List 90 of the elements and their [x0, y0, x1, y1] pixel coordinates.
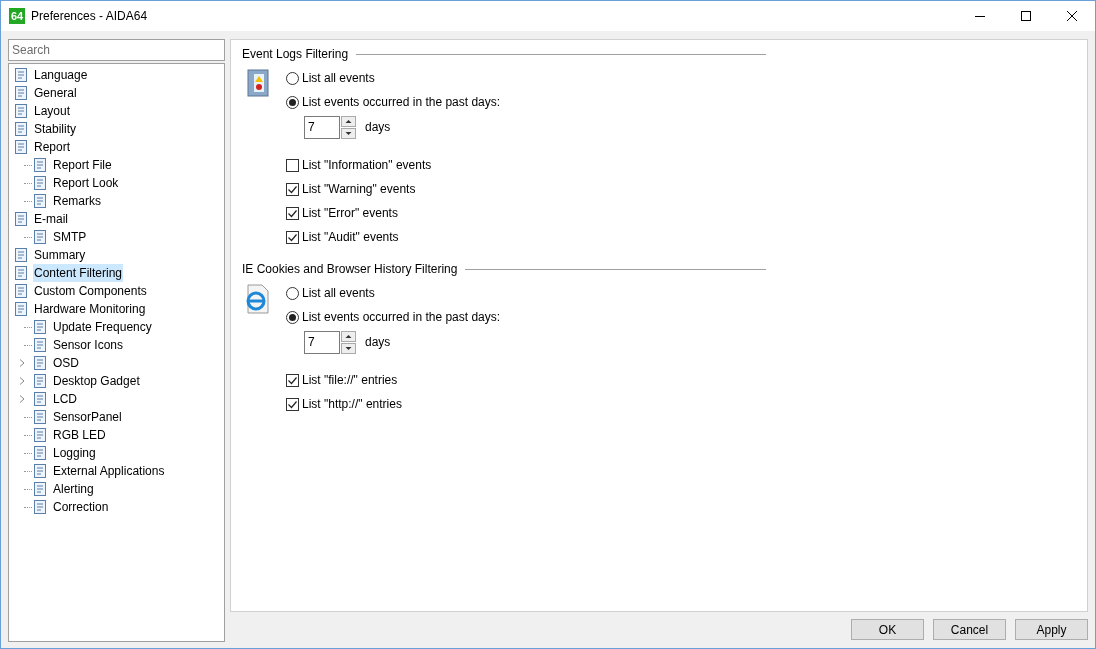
tree-item[interactable]: Stability [33, 120, 78, 138]
app-logo: 64 [9, 8, 25, 24]
expand-caret-icon[interactable] [19, 377, 25, 385]
tree-item[interactable]: Layout [33, 102, 72, 120]
spin-buttons[interactable] [341, 330, 356, 354]
maximize-icon [1021, 11, 1031, 21]
expand-caret-icon[interactable] [19, 395, 25, 403]
checkbox[interactable] [286, 182, 299, 196]
tree-item[interactable]: Summary [33, 246, 87, 264]
search-field[interactable]: Search [8, 39, 225, 61]
tree-item[interactable]: Correction [52, 498, 110, 516]
checkbox[interactable] [286, 158, 299, 172]
tree-item[interactable]: E-mail [33, 210, 69, 228]
tree-item[interactable]: Remarks [52, 192, 102, 210]
page-icon [32, 427, 48, 443]
page-icon [32, 337, 48, 353]
page-icon [32, 481, 48, 497]
page-icon [13, 85, 29, 101]
page-icon [32, 409, 48, 425]
spin-buttons[interactable] [341, 115, 356, 139]
radio-button[interactable] [286, 71, 299, 85]
tree-item[interactable]: Logging [52, 444, 97, 462]
page-icon [32, 391, 48, 407]
days-input[interactable]: 7 [304, 330, 340, 354]
checkbox-label[interactable]: List "Audit" events [302, 228, 399, 246]
page-icon [13, 67, 29, 83]
page-icon [13, 247, 29, 263]
page-icon [13, 301, 29, 317]
tree-item[interactable]: OSD [52, 354, 80, 372]
tree-item[interactable]: Update Frequency [52, 318, 153, 336]
tree-item[interactable]: External Applications [52, 462, 166, 480]
page-icon [32, 175, 48, 191]
minimize-icon [975, 15, 985, 17]
dialog-button[interactable]: Apply [1015, 619, 1088, 640]
checkbox-label[interactable]: List "http://" entries [302, 395, 402, 413]
tree-item[interactable]: Report [33, 138, 72, 156]
section-title: IE Cookies and Browser History Filtering [242, 261, 458, 278]
page-icon [32, 193, 48, 209]
page-icon [32, 229, 48, 245]
days-unit: days [365, 119, 391, 136]
days-input[interactable]: 7 [304, 115, 340, 139]
tree-item[interactable]: Report Look [52, 174, 120, 192]
tree-item[interactable]: Custom Components [33, 282, 148, 300]
section-title: Event Logs Filtering [242, 46, 349, 63]
page-icon [32, 445, 48, 461]
checkbox[interactable] [286, 397, 299, 411]
radio-label[interactable]: List events occurred in the past days: [302, 93, 501, 111]
page-icon [32, 319, 48, 335]
tree-item[interactable]: LCD [52, 390, 78, 408]
tree-item[interactable]: Content Filtering [33, 264, 124, 282]
tree-item[interactable]: Sensor Icons [52, 336, 125, 354]
checkbox[interactable] [286, 373, 299, 387]
tree-item[interactable]: Language [33, 66, 89, 84]
page-icon [13, 103, 29, 119]
checkbox-label[interactable]: List "file://" entries [302, 371, 398, 389]
tree-item[interactable]: RGB LED [52, 426, 107, 444]
page-icon [32, 355, 48, 371]
page-icon [32, 499, 48, 515]
window-title: Preferences - AIDA64 [31, 8, 148, 25]
radio-button[interactable] [286, 286, 299, 300]
page-icon [13, 211, 29, 227]
page-icon [13, 139, 29, 155]
tree-item[interactable]: SMTP [52, 228, 88, 246]
tree-item[interactable]: General [33, 84, 78, 102]
page-icon [32, 157, 48, 173]
radio-label[interactable]: List events occurred in the past days: [302, 308, 501, 326]
tree-item[interactable]: Report File [52, 156, 113, 174]
checkbox-label[interactable]: List "Information" events [302, 156, 432, 174]
page-icon [13, 283, 29, 299]
tree-item[interactable]: Alerting [52, 480, 95, 498]
dialog-button[interactable]: OK [851, 619, 924, 640]
page-icon [32, 463, 48, 479]
days-unit: days [365, 334, 391, 351]
checkbox[interactable] [286, 230, 299, 244]
radio-button[interactable] [286, 95, 299, 109]
checkbox[interactable] [286, 206, 299, 220]
radio-label[interactable]: List all events [302, 284, 375, 302]
page-icon [32, 373, 48, 389]
checkbox-label[interactable]: List "Error" events [302, 204, 398, 222]
tree-item[interactable]: SensorPanel [52, 408, 123, 426]
page-icon [13, 265, 29, 281]
dialog-button[interactable]: Cancel [933, 619, 1006, 640]
tree-item[interactable]: Desktop Gadget [52, 372, 141, 390]
radio-label[interactable]: List all events [302, 69, 375, 87]
close-icon [1067, 11, 1077, 21]
tree-item[interactable]: Hardware Monitoring [33, 300, 147, 318]
checkbox-label[interactable]: List "Warning" events [302, 180, 416, 198]
expand-caret-icon[interactable] [19, 359, 25, 367]
page-icon [13, 121, 29, 137]
radio-button[interactable] [286, 310, 299, 324]
